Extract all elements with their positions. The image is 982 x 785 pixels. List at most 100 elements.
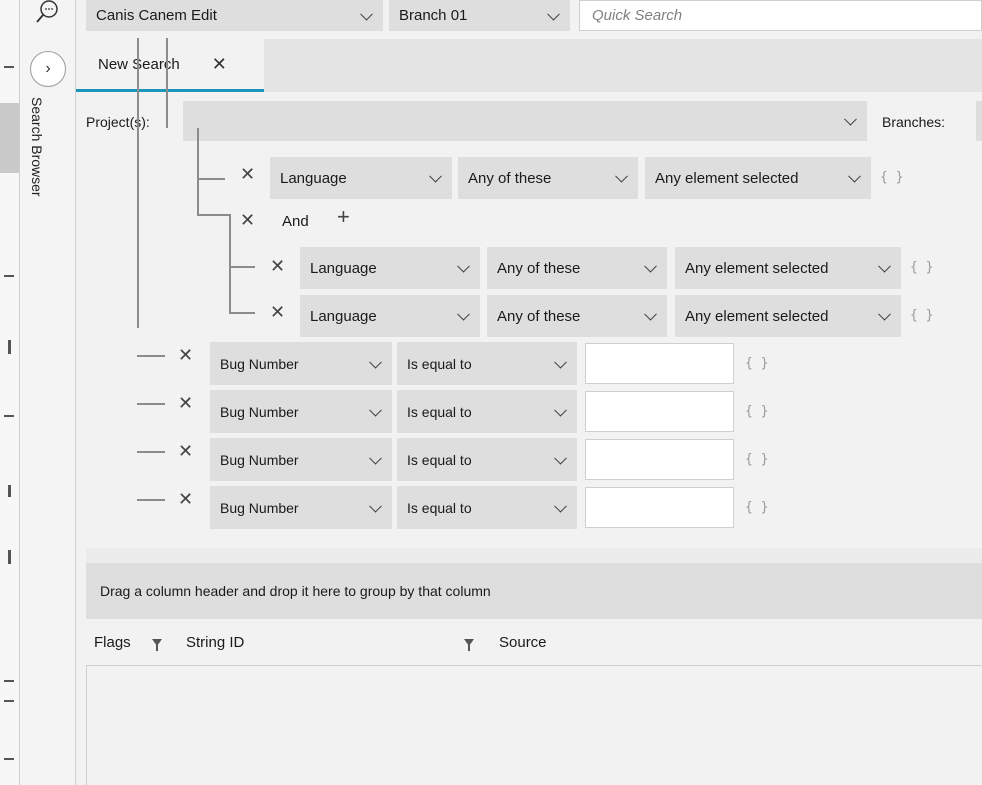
- operator-dropdown[interactable]: Any of these: [487, 295, 667, 337]
- left-edge-strip: [0, 0, 20, 785]
- projects-label: Project(s):: [86, 114, 150, 130]
- tree-line: [166, 38, 168, 128]
- operator-dropdown[interactable]: Is equal to: [397, 438, 577, 481]
- filter-icon[interactable]: [152, 639, 162, 651]
- results-spacer: [86, 548, 982, 563]
- remove-condition-button[interactable]: ✕: [240, 165, 255, 183]
- group-operator-label[interactable]: And: [282, 213, 309, 230]
- tree-line: [137, 355, 165, 357]
- project-dropdown[interactable]: Canis Canem Edit: [86, 0, 383, 31]
- value-dropdown[interactable]: Any element selected: [675, 295, 901, 337]
- column-header-flags[interactable]: Flags: [94, 634, 131, 651]
- braces-icon[interactable]: { }: [745, 404, 768, 419]
- chevron-down-icon: [457, 307, 470, 321]
- chevron-down-icon: [615, 169, 628, 183]
- chevron-down-icon: [554, 499, 567, 513]
- remove-condition-button[interactable]: ✕: [270, 257, 285, 275]
- operator-dropdown[interactable]: Is equal to: [397, 486, 577, 529]
- braces-icon[interactable]: { }: [745, 356, 768, 371]
- braces-icon[interactable]: { }: [745, 452, 768, 467]
- braces-icon[interactable]: { }: [745, 500, 768, 515]
- field-value: Bug Number: [220, 451, 299, 468]
- value-input[interactable]: [585, 439, 734, 480]
- tree-line: [199, 214, 229, 216]
- column-header-source[interactable]: Source: [499, 634, 547, 651]
- field-value: Language: [310, 307, 377, 325]
- filter-icon[interactable]: [464, 639, 474, 651]
- chevron-down-icon: [554, 355, 567, 369]
- chevron-down-icon: [878, 307, 891, 321]
- operator-value: Any of these: [497, 307, 581, 325]
- value-input[interactable]: [585, 343, 734, 384]
- field-dropdown[interactable]: Language: [270, 157, 452, 199]
- chevron-down-icon: [547, 7, 560, 21]
- left-strip-mark: [4, 66, 14, 68]
- tree-line: [229, 214, 231, 314]
- value-input[interactable]: [585, 487, 734, 528]
- operator-dropdown[interactable]: Any of these: [458, 157, 638, 199]
- field-value: Bug Number: [220, 355, 299, 372]
- remove-condition-button[interactable]: ✕: [178, 394, 193, 412]
- tree-line: [137, 403, 165, 405]
- value-dropdown[interactable]: Any element selected: [645, 157, 871, 199]
- projects-dropdown[interactable]: [183, 101, 867, 141]
- plus-icon[interactable]: +: [337, 206, 350, 228]
- remove-condition-button[interactable]: ✕: [270, 303, 285, 321]
- value-dropdown[interactable]: Any element selected: [675, 247, 901, 289]
- close-icon[interactable]: ✕: [212, 54, 227, 75]
- results-column-headers: Flags String ID Source: [86, 619, 982, 666]
- quick-search-input[interactable]: Quick Search: [579, 0, 982, 31]
- braces-icon[interactable]: { }: [910, 308, 933, 323]
- operator-value: Is equal to: [407, 355, 472, 372]
- field-dropdown[interactable]: Language: [300, 247, 480, 289]
- chevron-down-icon: [369, 355, 382, 369]
- chevron-down-icon: [644, 259, 657, 273]
- field-dropdown[interactable]: Bug Number: [210, 438, 392, 481]
- search-chat-icon[interactable]: [34, 0, 60, 24]
- chevron-down-icon: [644, 307, 657, 321]
- value-text: Any element selected: [685, 307, 829, 325]
- column-header-string-id[interactable]: String ID: [186, 634, 244, 651]
- remove-group-button[interactable]: ✕: [240, 211, 255, 229]
- operator-dropdown[interactable]: Any of these: [487, 247, 667, 289]
- remove-condition-button[interactable]: ✕: [178, 346, 193, 364]
- branches-label: Branches:: [882, 114, 946, 130]
- braces-icon[interactable]: { }: [880, 170, 903, 185]
- operator-value: Any of these: [497, 259, 581, 277]
- field-dropdown[interactable]: Bug Number: [210, 486, 392, 529]
- value-text: Any element selected: [655, 169, 799, 187]
- field-dropdown[interactable]: Language: [300, 295, 480, 337]
- operator-dropdown[interactable]: Is equal to: [397, 342, 577, 385]
- results-grid[interactable]: [86, 666, 982, 785]
- field-value: Bug Number: [220, 403, 299, 420]
- search-browser-label[interactable]: Search Browser: [29, 97, 45, 197]
- tree-line: [197, 128, 199, 216]
- branches-dropdown[interactable]: [976, 101, 982, 141]
- branch-dropdown[interactable]: Branch 01: [389, 0, 570, 31]
- chevron-down-icon: [554, 451, 567, 465]
- field-dropdown[interactable]: Bug Number: [210, 342, 392, 385]
- tree-line: [137, 499, 165, 501]
- left-strip-mark: [4, 700, 14, 702]
- left-strip-mark: [8, 550, 11, 564]
- chevron-down-icon: [429, 169, 442, 183]
- remove-condition-button[interactable]: ✕: [178, 442, 193, 460]
- expand-panel-button[interactable]: ›: [30, 51, 66, 87]
- tree-line: [231, 266, 255, 268]
- field-value: Bug Number: [220, 499, 299, 516]
- chevron-down-icon: [844, 112, 857, 126]
- field-dropdown[interactable]: Bug Number: [210, 390, 392, 433]
- braces-icon[interactable]: { }: [910, 260, 933, 275]
- operator-dropdown[interactable]: Is equal to: [397, 390, 577, 433]
- left-strip-mark: [4, 415, 14, 417]
- tab-new-search[interactable]: New Search ✕: [76, 39, 264, 92]
- value-input[interactable]: [585, 391, 734, 432]
- left-strip-mark: [8, 485, 11, 497]
- left-strip-mark: [8, 340, 11, 354]
- chevron-down-icon: [369, 451, 382, 465]
- group-by-panel[interactable]: Drag a column header and drop it here to…: [86, 563, 982, 619]
- field-value: Language: [310, 259, 377, 277]
- remove-condition-button[interactable]: ✕: [178, 490, 193, 508]
- chevron-down-icon: [369, 499, 382, 513]
- operator-value: Is equal to: [407, 403, 472, 420]
